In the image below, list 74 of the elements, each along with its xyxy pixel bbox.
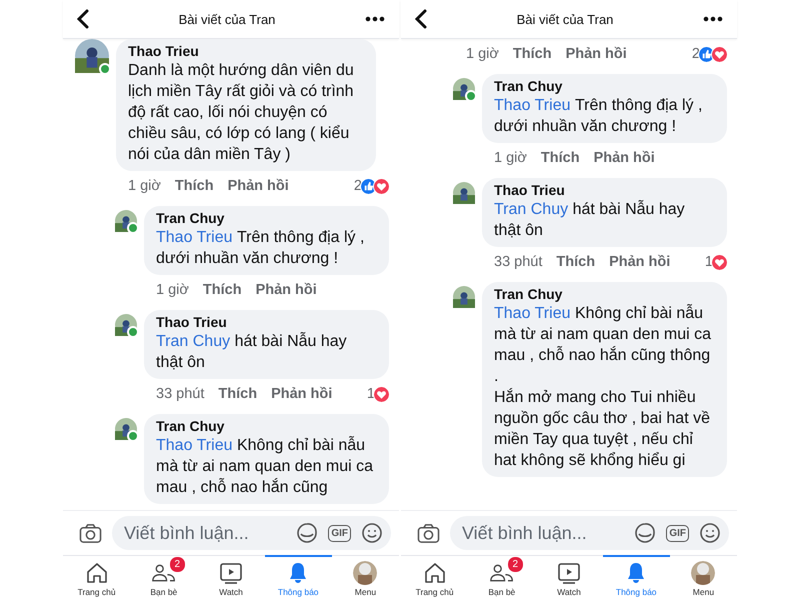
camera-icon[interactable] (417, 522, 440, 544)
reply-link[interactable]: Phản hồi (256, 282, 317, 298)
comment-text: Thao Trieu Không chỉ bài nẫu mà từ ai nam quan den mui ca mau , chỗ nao hắn cũng thông . Hắn mở mang cho Tui nhiều nguồn gốc câu thơ , bai hat về miền Tay qua tuyệt , nếu chỉ hat không sẽ khổng hiểu gi (494, 303, 712, 471)
like-link[interactable]: Thích (540, 150, 580, 166)
video-play-icon (219, 561, 243, 585)
reply-link[interactable]: Phản hồi (609, 254, 670, 270)
mention-link[interactable]: Thao Trieu (494, 305, 570, 322)
author-name[interactable]: Thao Trieu (494, 181, 715, 199)
video-play-icon (557, 561, 581, 585)
nav-tab[interactable]: Menu (670, 555, 738, 600)
author-name[interactable]: Tran Chuy (494, 77, 715, 95)
reply-link[interactable]: Phản hồi (594, 150, 655, 166)
author-name[interactable]: Tran Chuy (494, 285, 715, 303)
nav-tab[interactable]: Watch (535, 555, 603, 600)
comment-time: 33 phút (156, 386, 204, 402)
nav-tab[interactable]: 2 Bạn bè (468, 555, 536, 600)
comment-time: 33 phút (494, 254, 542, 270)
comment-input-field[interactable]: Viết bình luận... GIF (450, 516, 729, 550)
comment-text: Danh là một hướng dân viên du lịch miền Tây rất giỏi và có trình độ rất cao, lối nói chuyện có chiều sâu, có lớp có lang ( kiểu nói của dân miền Tây ) (128, 61, 355, 165)
page-title: Bài viết của Tran (178, 12, 276, 26)
notification-badge: 2 (168, 556, 186, 573)
nav-tab[interactable]: Watch (197, 555, 265, 600)
mention-link[interactable]: Thao Trieu (156, 229, 232, 246)
nav-tab[interactable]: Trang chủ (401, 555, 468, 600)
emoji-icon[interactable] (361, 522, 383, 544)
comment-text: Thao Trieu Trên thông địa lý , dưới nhuần văn chương ! (494, 96, 704, 137)
nav-tab[interactable]: Menu (332, 555, 400, 600)
nav-tab[interactable]: 2 Bạn bè (130, 555, 198, 600)
back-icon[interactable] (415, 9, 427, 29)
reaction-count: 2 (354, 178, 362, 194)
gif-button[interactable]: GIF (666, 524, 689, 542)
comment-time: 1 giờ (494, 150, 527, 166)
like-link[interactable]: Thích (202, 282, 242, 298)
reaction-count: 1 (366, 386, 375, 402)
home-icon (84, 561, 109, 585)
emoji-icon[interactable] (699, 522, 721, 544)
comment-input-field[interactable]: Viết bình luận... GIF (112, 516, 391, 550)
home-icon (422, 561, 447, 585)
like-link[interactable]: Thích (218, 386, 258, 402)
comment-text: Tran Chuy hát bài Nẫu hay thật ôn (156, 331, 348, 373)
author-name[interactable]: Thao Trieu (156, 313, 377, 331)
gif-button[interactable]: GIF (328, 524, 351, 542)
nav-tab[interactable]: Thông báo (264, 555, 332, 600)
author-name[interactable]: Tran Chuy (156, 209, 377, 227)
notification-badge: 2 (506, 556, 524, 573)
nav-tab[interactable]: Thông báo (602, 555, 670, 600)
mention-link[interactable]: Thao Trieu (494, 97, 570, 114)
reply-link[interactable]: Phản hồi (228, 178, 289, 194)
nav-tab[interactable]: Trang chủ (63, 555, 130, 600)
more-icon[interactable] (365, 16, 385, 22)
like-link[interactable]: Thích (512, 46, 552, 62)
mention-link[interactable]: Thao Trieu (156, 437, 232, 454)
comment-time: 1 giờ (156, 282, 189, 298)
mention-link[interactable]: Tran Chuy (494, 201, 568, 218)
sticker-icon[interactable] (296, 522, 318, 544)
back-icon[interactable] (77, 9, 89, 29)
more-icon[interactable] (703, 16, 723, 22)
reaction-count: 2 (692, 46, 700, 62)
page-title: Bài viết của Tran (516, 12, 614, 26)
like-link[interactable]: Thích (556, 254, 596, 270)
author-name[interactable]: Thao Trieu (128, 42, 364, 60)
comment-time: 1 giờ (128, 178, 161, 194)
comment-time: 1 giờ (466, 46, 499, 62)
comment-text: Thao Trieu Không chỉ bài nẫu mà từ ai nam quan den mui ca mau , chỗ nao hắn cũng (156, 435, 374, 498)
reaction-count: 1 (704, 254, 713, 270)
reply-link[interactable]: Phản hồi (271, 386, 332, 402)
sticker-icon[interactable] (634, 522, 656, 544)
mention-link[interactable]: Tran Chuy (156, 333, 230, 350)
comment-text: Thao Trieu Trên thông địa lý , dưới nhuần văn chương ! (156, 228, 366, 269)
comment-text: Tran Chuy hát bài Nẫu hay thật ôn (494, 199, 686, 241)
like-link[interactable]: Thích (174, 178, 214, 194)
reply-link[interactable]: Phản hồi (566, 46, 627, 62)
author-name[interactable]: Tran Chuy (156, 417, 377, 435)
camera-icon[interactable] (79, 522, 102, 544)
